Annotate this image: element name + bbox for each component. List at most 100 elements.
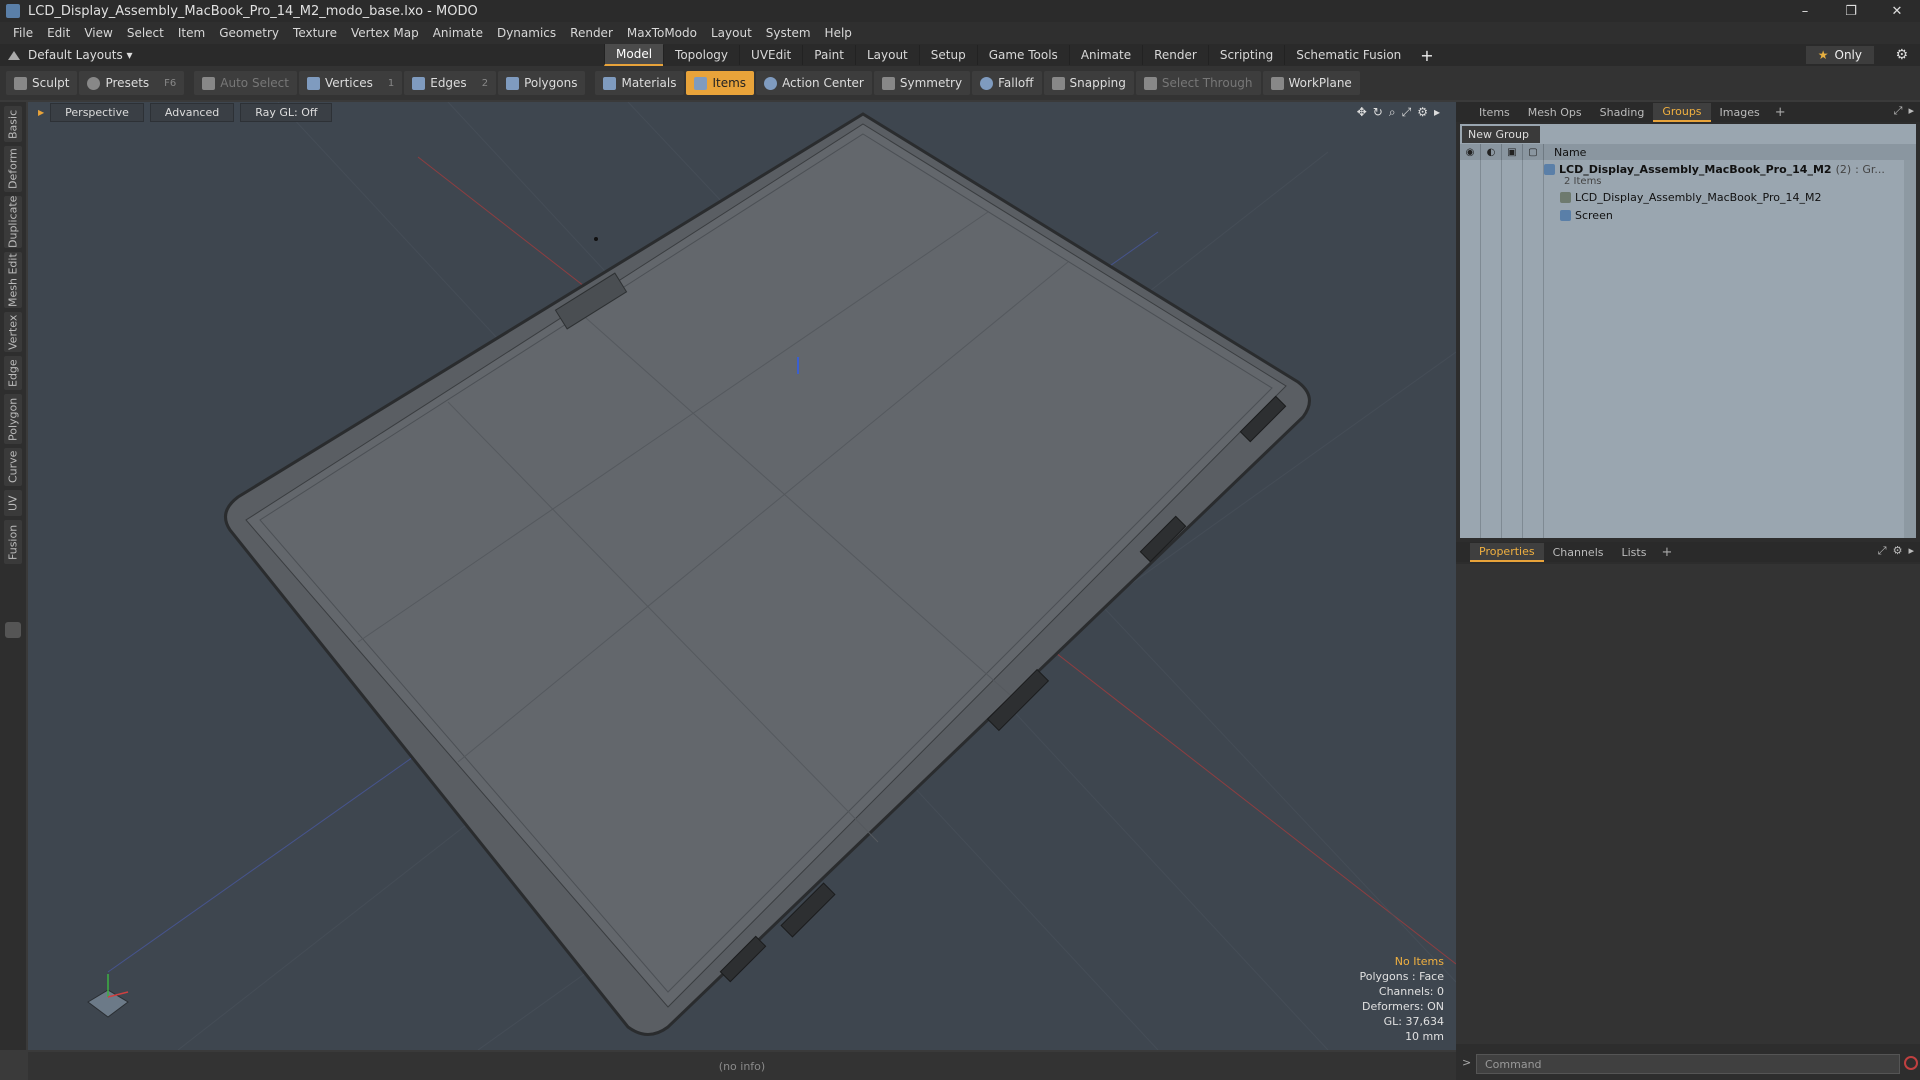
left-tab-uv[interactable]: UV (4, 490, 22, 516)
left-tab-edge[interactable]: Edge (4, 356, 22, 390)
menu-render[interactable]: Render (563, 26, 620, 40)
bottom-arrow-icon[interactable]: ▸ (1908, 544, 1914, 558)
expand-palette-button[interactable] (5, 622, 21, 638)
tab-shading[interactable]: Shading (1591, 104, 1654, 121)
items-button[interactable]: Items (686, 71, 755, 95)
left-tab-vertex[interactable]: Vertex (4, 312, 22, 352)
tab-images[interactable]: Images (1711, 104, 1769, 121)
render-column-icon[interactable]: ◐ (1481, 144, 1502, 160)
menu-animate[interactable]: Animate (426, 26, 490, 40)
command-prompt: > (1462, 1056, 1472, 1069)
viewport-settings-icon[interactable]: ⚙ (1417, 105, 1428, 120)
tab-scripting[interactable]: Scripting (1207, 45, 1284, 65)
tab-model[interactable]: Model (604, 44, 664, 66)
tab-mesh-ops[interactable]: Mesh Ops (1519, 104, 1591, 121)
vertices-shortcut: 1 (387, 77, 395, 89)
raygl-button[interactable]: Ray GL: Off (240, 102, 333, 122)
gear-icon[interactable]: ⚙ (1895, 47, 1908, 63)
add-bottom-tab-button[interactable]: + (1655, 545, 1678, 560)
new-group-button[interactable]: New Group (1462, 126, 1540, 143)
panel-expand-icon[interactable]: ⤢ (1894, 104, 1903, 118)
bottom-settings-icon[interactable]: ⚙ (1893, 544, 1903, 558)
pan-icon[interactable]: ✥ (1357, 105, 1367, 120)
tab-game-tools[interactable]: Game Tools (976, 45, 1069, 65)
left-tab-curve[interactable]: Curve (4, 448, 22, 486)
tab-channels[interactable]: Channels (1544, 544, 1613, 561)
tab-lists[interactable]: Lists (1613, 544, 1656, 561)
close-button[interactable]: ✕ (1874, 0, 1920, 22)
symmetry-button[interactable]: Symmetry (873, 71, 971, 95)
left-tab-deform[interactable]: Deform (4, 146, 22, 192)
edges-icon (412, 76, 426, 90)
add-tab-button[interactable]: + (1412, 46, 1441, 65)
menu-vertex-map[interactable]: Vertex Map (344, 26, 426, 40)
tab-properties[interactable]: Properties (1470, 542, 1544, 562)
command-input[interactable]: Command (1476, 1054, 1900, 1074)
auto-select-button[interactable]: Auto Select (194, 71, 297, 95)
polygons-button[interactable]: Polygons (498, 71, 586, 95)
tab-animate[interactable]: Animate (1068, 45, 1142, 65)
menu-maxtomodo[interactable]: MaxToModo (620, 26, 704, 40)
left-tab-basic[interactable]: Basic (4, 106, 22, 142)
select-through-button[interactable]: Select Through (1135, 71, 1261, 95)
edges-button[interactable]: Edges 2 (404, 71, 497, 95)
groups-scrollbar[interactable] (1904, 160, 1916, 538)
minimize-button[interactable]: – (1782, 0, 1828, 22)
left-tab-duplicate[interactable]: Duplicate (4, 196, 22, 248)
panel-arrow-icon[interactable]: ▸ (1908, 104, 1914, 118)
menu-geometry[interactable]: Geometry (212, 26, 286, 40)
view-type-button[interactable]: Perspective (50, 102, 144, 122)
tab-setup[interactable]: Setup (918, 45, 977, 65)
list-item[interactable]: Screen (1560, 206, 1613, 224)
tab-uvedit[interactable]: UVEdit (739, 45, 802, 65)
menu-select[interactable]: Select (120, 26, 171, 40)
left-tab-fusion[interactable]: Fusion (4, 520, 22, 564)
groups-header: ◉ ◐ ▣ ▢ Name (1460, 144, 1916, 160)
lock-column-icon[interactable]: ▣ (1502, 144, 1523, 160)
falloff-button[interactable]: Falloff (972, 71, 1042, 95)
menu-edit[interactable]: Edit (40, 26, 77, 40)
menu-view[interactable]: View (77, 26, 119, 40)
viewport-stats: No Items Polygons : Face Channels: 0 Def… (1359, 954, 1444, 1044)
tab-paint[interactable]: Paint (802, 45, 855, 65)
menu-system[interactable]: System (759, 26, 818, 40)
menu-item[interactable]: Item (171, 26, 212, 40)
shading-mode-button[interactable]: Advanced (149, 102, 235, 122)
menu-layout[interactable]: Layout (704, 26, 759, 40)
menu-file[interactable]: File (6, 26, 40, 40)
viewport-menu-arrow-icon[interactable]: ▶ (38, 108, 44, 117)
presets-button[interactable]: Presets F6 (79, 71, 185, 95)
tab-items[interactable]: Items (1470, 104, 1519, 121)
tab-groups[interactable]: Groups (1653, 102, 1711, 122)
add-panel-tab-button[interactable]: + (1769, 105, 1792, 120)
tab-render[interactable]: Render (1142, 45, 1208, 65)
only-toggle[interactable]: ★ Only (1805, 46, 1874, 64)
viewport-expand-icon[interactable]: ▸ (1434, 105, 1440, 120)
3d-viewport[interactable]: ▶ Perspective Advanced Ray GL: Off ✥ ↻ ⌕… (28, 102, 1456, 1050)
action-center-label: Action Center (782, 76, 864, 90)
vertices-button[interactable]: Vertices 1 (298, 71, 403, 95)
materials-button[interactable]: Materials (595, 71, 685, 95)
tab-schematic-fusion[interactable]: Schematic Fusion (1284, 45, 1412, 65)
bottom-expand-icon[interactable]: ⤢ (1878, 544, 1887, 558)
left-tab-polygon[interactable]: Polygon (4, 394, 22, 444)
sculpt-button[interactable]: Sculpt (6, 71, 78, 95)
menu-texture[interactable]: Texture (286, 26, 344, 40)
snapping-button[interactable]: Snapping (1043, 71, 1134, 95)
menu-dynamics[interactable]: Dynamics (490, 26, 563, 40)
list-item[interactable]: LCD_Display_Assembly_MacBook_Pro_14_M2 (1560, 188, 1821, 206)
select-column-icon[interactable]: ▢ (1523, 144, 1544, 160)
visibility-column-icon[interactable]: ◉ (1460, 144, 1481, 160)
menu-help[interactable]: Help (818, 26, 859, 40)
fit-icon[interactable]: ⤢ (1402, 105, 1412, 120)
rotate-icon[interactable]: ↻ (1373, 105, 1383, 120)
layouts-dropdown[interactable]: Default Layouts ▾ (8, 48, 133, 62)
zoom-icon[interactable]: ⌕ (1389, 105, 1396, 120)
tab-topology[interactable]: Topology (663, 45, 739, 65)
tab-layout[interactable]: Layout (854, 45, 919, 65)
left-tab-mesh-edit[interactable]: Mesh Edit (4, 252, 22, 308)
command-history-icon[interactable] (1904, 1056, 1918, 1070)
maximize-button[interactable]: ❐ (1828, 0, 1874, 22)
action-center-button[interactable]: Action Center (756, 71, 872, 95)
workplane-button[interactable]: WorkPlane (1262, 71, 1360, 95)
